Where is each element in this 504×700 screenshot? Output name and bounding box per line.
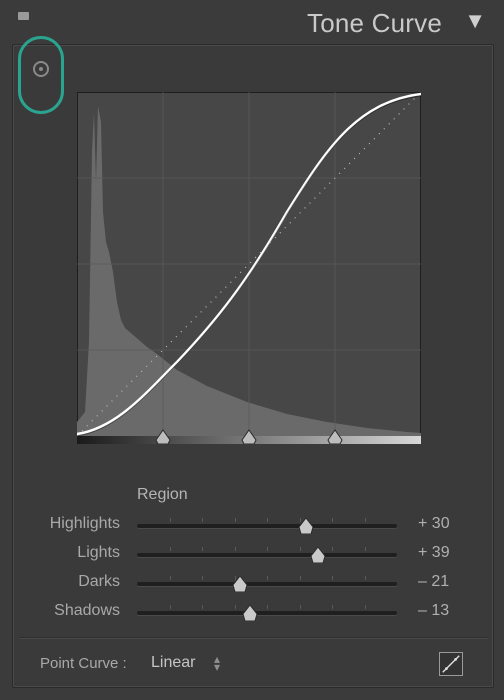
highlights-slider[interactable] [137, 518, 397, 534]
slider-tick [299, 547, 301, 551]
slider-tick [169, 576, 171, 580]
slider-tick [234, 518, 236, 522]
point-curve-label: Point Curve : [40, 655, 127, 672]
slider-tick [299, 576, 301, 580]
slider-label: Shadows [54, 602, 120, 619]
slider-thumb[interactable] [243, 605, 258, 621]
tone-curve-panel: Tone Curve ▼ Region Highlights + 30 Lights… [0, 0, 504, 700]
slider-tick [202, 547, 203, 551]
slider-thumb[interactable] [299, 518, 313, 534]
slider-row-darks: Darks – 21 [0, 573, 504, 595]
slider-thumb[interactable] [310, 547, 325, 563]
slider-tick [299, 605, 301, 609]
tone-curve-graph[interactable] [77, 92, 421, 444]
lights-slider[interactable] [137, 547, 397, 563]
slider-tick [364, 605, 366, 609]
slider-tick [234, 605, 236, 609]
slider-tick [267, 547, 268, 551]
slider-tick [169, 547, 171, 551]
target-adjustment-tool[interactable] [18, 36, 64, 114]
slider-tick [202, 576, 203, 580]
slider-thumb[interactable] [232, 576, 247, 592]
slider-value[interactable]: – 13 [418, 602, 449, 620]
slider-value[interactable]: + 30 [418, 515, 450, 533]
slider-tick [234, 547, 236, 551]
slider-tick [267, 605, 268, 609]
slider-label: Highlights [49, 515, 120, 532]
up-down-spinner-icon[interactable]: ▴ ▾ [214, 653, 220, 673]
slider-tick [364, 576, 366, 580]
slider-row-highlights: Highlights + 30 [0, 515, 504, 537]
triangle-down-icon[interactable]: ▼ [464, 10, 486, 32]
slider-value[interactable]: + 39 [418, 544, 450, 562]
point-curve-select[interactable]: Linear [151, 654, 195, 672]
slider-tick [202, 518, 203, 522]
slider-tick [364, 547, 366, 551]
darks-slider[interactable] [137, 576, 397, 592]
separator [20, 637, 488, 638]
slider-row-shadows: Shadows – 13 [0, 602, 504, 624]
slider-tick [332, 547, 333, 551]
slider-tick [332, 605, 333, 609]
slider-tick [364, 518, 366, 522]
slider-value[interactable]: – 21 [418, 573, 449, 591]
slider-tick [169, 518, 171, 522]
slider-label: Lights [77, 544, 120, 561]
collapse-square-icon[interactable] [18, 12, 29, 20]
shadows-slider[interactable] [137, 605, 397, 621]
panel-title[interactable]: Tone Curve [307, 8, 442, 39]
slider-tick [169, 605, 171, 609]
slider-row-lights: Lights + 39 [0, 544, 504, 566]
slider-tick [202, 605, 203, 609]
curve-edit-icon[interactable] [439, 652, 463, 676]
slider-tick [267, 518, 268, 522]
slider-tick [332, 576, 333, 580]
slider-tick [267, 576, 268, 580]
region-label: Region [137, 486, 188, 503]
slider-tick [332, 518, 333, 522]
target-adjustment-icon [33, 61, 49, 77]
slider-label: Darks [78, 573, 120, 590]
